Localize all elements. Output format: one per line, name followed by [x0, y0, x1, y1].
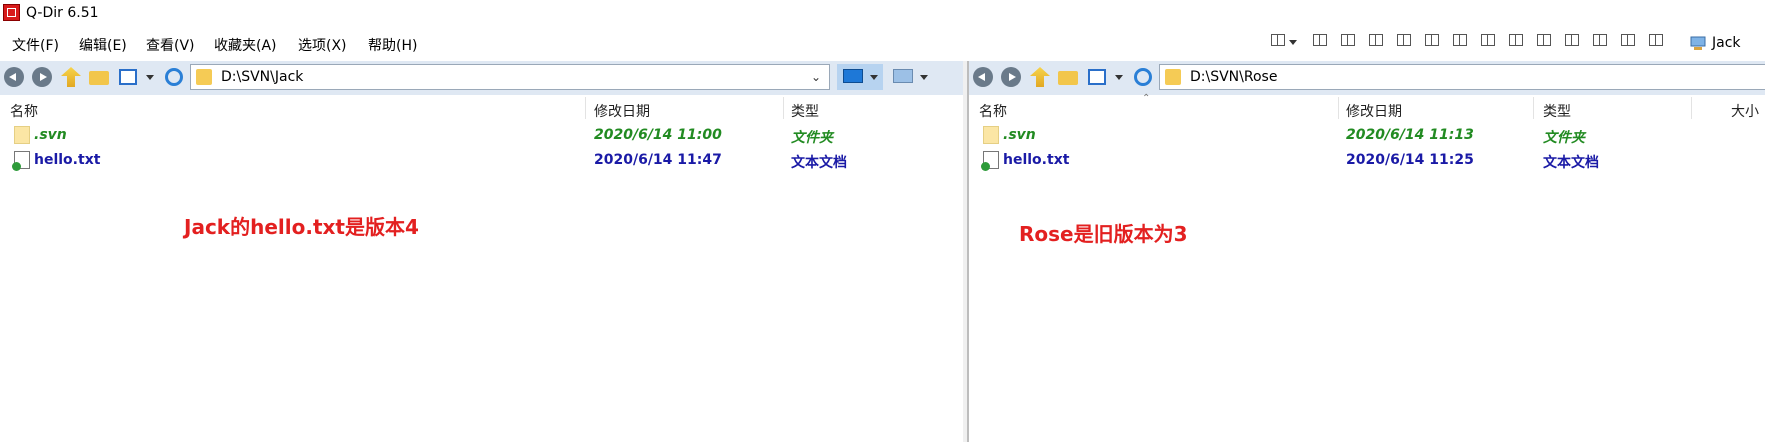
title-bar: Q-Dir 6.51 — [0, 0, 1765, 28]
new-folder-icon[interactable] — [89, 71, 109, 85]
right-pane: D:\SVN\Rose ⌃ 名称 修改日期 类型 大小 .svn 2020/6/… — [967, 61, 1765, 442]
forward-icon[interactable] — [32, 67, 52, 87]
layout-icon-11[interactable] — [1593, 34, 1607, 46]
layout-icon-1[interactable] — [1313, 34, 1327, 46]
file-row-svn[interactable]: .svn 2020/6/14 11:13 文件夹 — [969, 125, 1765, 147]
user-computer-icon[interactable] — [1689, 35, 1707, 51]
address-folder-icon — [1165, 69, 1181, 85]
layout-icon-6[interactable] — [1453, 34, 1467, 46]
right-annotation: Rose是旧版本为3 — [1019, 222, 1188, 246]
folder-icon — [983, 126, 999, 144]
address-folder-icon — [196, 69, 212, 85]
column-header-modified[interactable]: 修改日期 — [1346, 101, 1402, 121]
column-divider[interactable] — [585, 97, 586, 119]
pane-view-button[interactable] — [887, 64, 933, 90]
layout-icon-13[interactable] — [1649, 34, 1663, 46]
file-modified: 2020/6/14 11:13 — [1346, 127, 1474, 143]
layout-icon-10[interactable] — [1565, 34, 1579, 46]
file-type: 文件夹 — [791, 130, 833, 146]
layout-icon-8[interactable] — [1509, 34, 1523, 46]
menu-file[interactable]: 文件(F) — [12, 35, 59, 55]
new-folder-icon[interactable] — [1058, 71, 1078, 85]
file-name: hello.txt — [34, 152, 101, 168]
menu-edit[interactable]: 编辑(E) — [79, 35, 127, 55]
file-type: 文本文档 — [791, 155, 847, 171]
column-divider[interactable] — [783, 97, 784, 119]
layout-icon-3[interactable] — [1369, 34, 1383, 46]
refresh-icon[interactable] — [165, 68, 183, 86]
left-annotation: Jack的hello.txt是版本4 — [184, 215, 419, 239]
left-pane: D:\SVN\Jack ⌄ 名称 修改日期 类型 .svn 2020/6/14 … — [0, 61, 964, 442]
column-divider[interactable] — [1533, 97, 1534, 119]
column-header-modified[interactable]: 修改日期 — [594, 101, 650, 121]
column-divider[interactable] — [1691, 97, 1692, 119]
file-name: .svn — [34, 127, 67, 143]
layout-icon-12[interactable] — [1621, 34, 1635, 46]
window-title: Q-Dir 6.51 — [26, 5, 99, 21]
view-mode-icon[interactable] — [1088, 69, 1106, 85]
file-modified: 2020/6/14 11:47 — [594, 152, 722, 168]
right-address-text[interactable]: D:\SVN\Rose — [1190, 69, 1277, 85]
refresh-icon[interactable] — [1134, 68, 1152, 86]
back-icon[interactable] — [4, 67, 24, 87]
menu-view[interactable]: 查看(V) — [146, 35, 195, 55]
column-header-size[interactable]: 大小 — [1731, 101, 1759, 121]
view-mode-icon[interactable] — [119, 69, 137, 85]
file-row-hello[interactable]: hello.txt 2020/6/14 11:25 文本文档 — [969, 150, 1765, 172]
layout-icon-4[interactable] — [1397, 34, 1411, 46]
view-mode-dropdown-icon[interactable] — [146, 75, 154, 80]
layout-icon-7[interactable] — [1481, 34, 1495, 46]
back-icon[interactable] — [973, 67, 993, 87]
right-address-bar[interactable]: D:\SVN\Rose — [1159, 64, 1765, 90]
left-address-bar[interactable]: D:\SVN\Jack ⌄ — [190, 64, 830, 90]
pane-view-button-active[interactable] — [837, 64, 883, 90]
left-navbar: D:\SVN\Jack ⌄ — [0, 61, 963, 95]
folder-icon — [14, 126, 30, 144]
file-row-svn[interactable]: .svn 2020/6/14 11:00 文件夹 — [0, 125, 960, 147]
file-row-hello[interactable]: hello.txt 2020/6/14 11:47 文本文档 — [0, 150, 960, 172]
sort-caret-icon: ⌃ — [1142, 93, 1151, 104]
column-header-type[interactable]: 类型 — [791, 101, 819, 121]
up-folder-icon[interactable] — [61, 67, 81, 87]
menu-favorites[interactable]: 收藏夹(A) — [214, 35, 277, 55]
column-divider[interactable] — [1338, 97, 1339, 119]
right-navbar: D:\SVN\Rose — [969, 61, 1765, 95]
column-header-type[interactable]: 类型 — [1543, 101, 1571, 121]
file-modified: 2020/6/14 11:25 — [1346, 152, 1474, 168]
menu-bar: 文件(F) 编辑(E) 查看(V) 收藏夹(A) 选项(X) 帮助(H) — [0, 30, 1765, 56]
text-file-svn-ok-icon — [12, 151, 30, 171]
layout-icon-9[interactable] — [1537, 34, 1551, 46]
column-header-name[interactable]: 名称 — [10, 101, 38, 121]
file-name: hello.txt — [1003, 152, 1070, 168]
menu-options[interactable]: 选项(X) — [298, 35, 347, 55]
file-modified: 2020/6/14 11:00 — [594, 127, 722, 143]
layout-quad-icon[interactable] — [1271, 34, 1285, 46]
monitor-icon — [843, 69, 863, 83]
view-mode-dropdown-icon[interactable] — [1115, 75, 1123, 80]
file-name: .svn — [1003, 127, 1036, 143]
layout-dropdown-icon[interactable] — [1289, 40, 1297, 45]
file-type: 文件夹 — [1543, 130, 1585, 146]
qdir-app-icon — [3, 4, 20, 21]
file-type: 文本文档 — [1543, 155, 1599, 171]
chevron-down-icon — [870, 75, 878, 80]
chevron-down-icon — [920, 75, 928, 80]
up-folder-icon[interactable] — [1030, 67, 1050, 87]
menu-help[interactable]: 帮助(H) — [368, 35, 417, 55]
column-header-name[interactable]: 名称 — [979, 101, 1007, 121]
monitor-icon — [893, 69, 913, 83]
user-label[interactable]: Jack — [1712, 35, 1741, 51]
left-address-text[interactable]: D:\SVN\Jack — [221, 69, 303, 85]
layout-icon-5[interactable] — [1425, 34, 1439, 46]
layout-icon-2[interactable] — [1341, 34, 1355, 46]
forward-icon[interactable] — [1001, 67, 1021, 87]
chevron-down-icon[interactable]: ⌄ — [811, 70, 821, 84]
text-file-svn-ok-icon — [981, 151, 999, 171]
